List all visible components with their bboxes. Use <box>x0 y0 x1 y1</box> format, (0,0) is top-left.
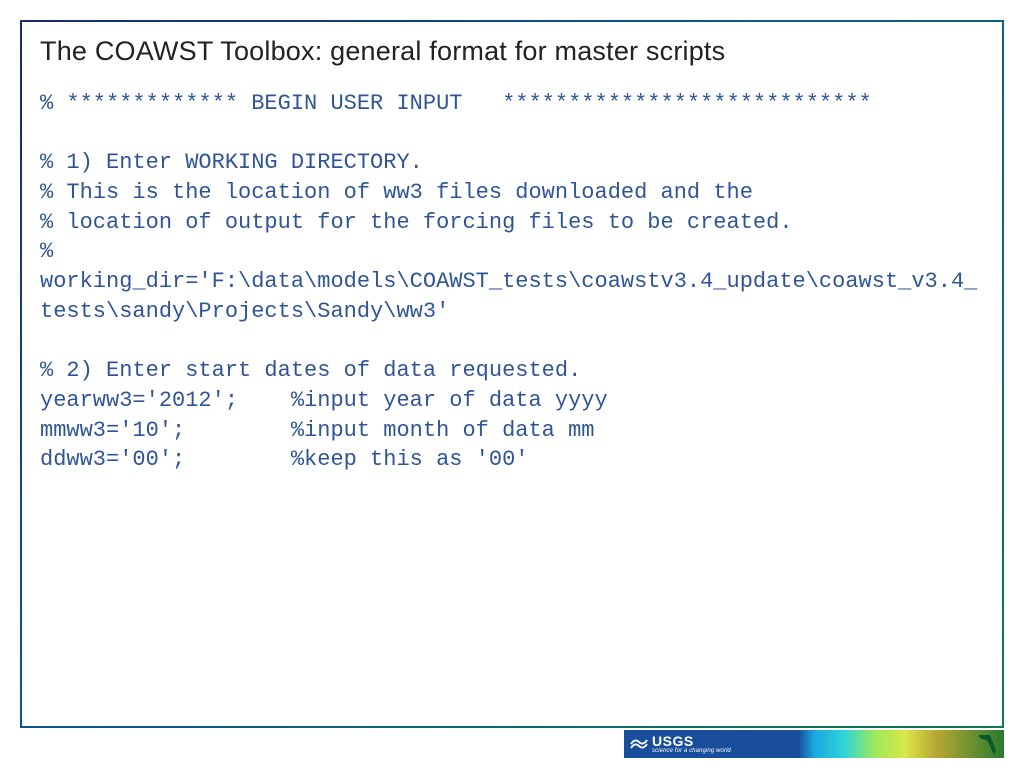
code-block: % ************* BEGIN USER INPUT *******… <box>40 89 984 475</box>
footer-bar: USGS science for a changing world <box>624 730 1004 758</box>
florida-icon <box>976 732 1000 756</box>
usgs-logo-tagline: science for a changing world <box>652 748 731 754</box>
usgs-wave-icon <box>630 735 648 753</box>
usgs-text: USGS science for a changing world <box>652 734 731 754</box>
usgs-logo: USGS science for a changing world <box>624 730 731 758</box>
slide-title: The COAWST Toolbox: general format for m… <box>40 36 984 67</box>
slide-frame: The COAWST Toolbox: general format for m… <box>20 20 1004 728</box>
usgs-logo-main: USGS <box>652 734 731 748</box>
